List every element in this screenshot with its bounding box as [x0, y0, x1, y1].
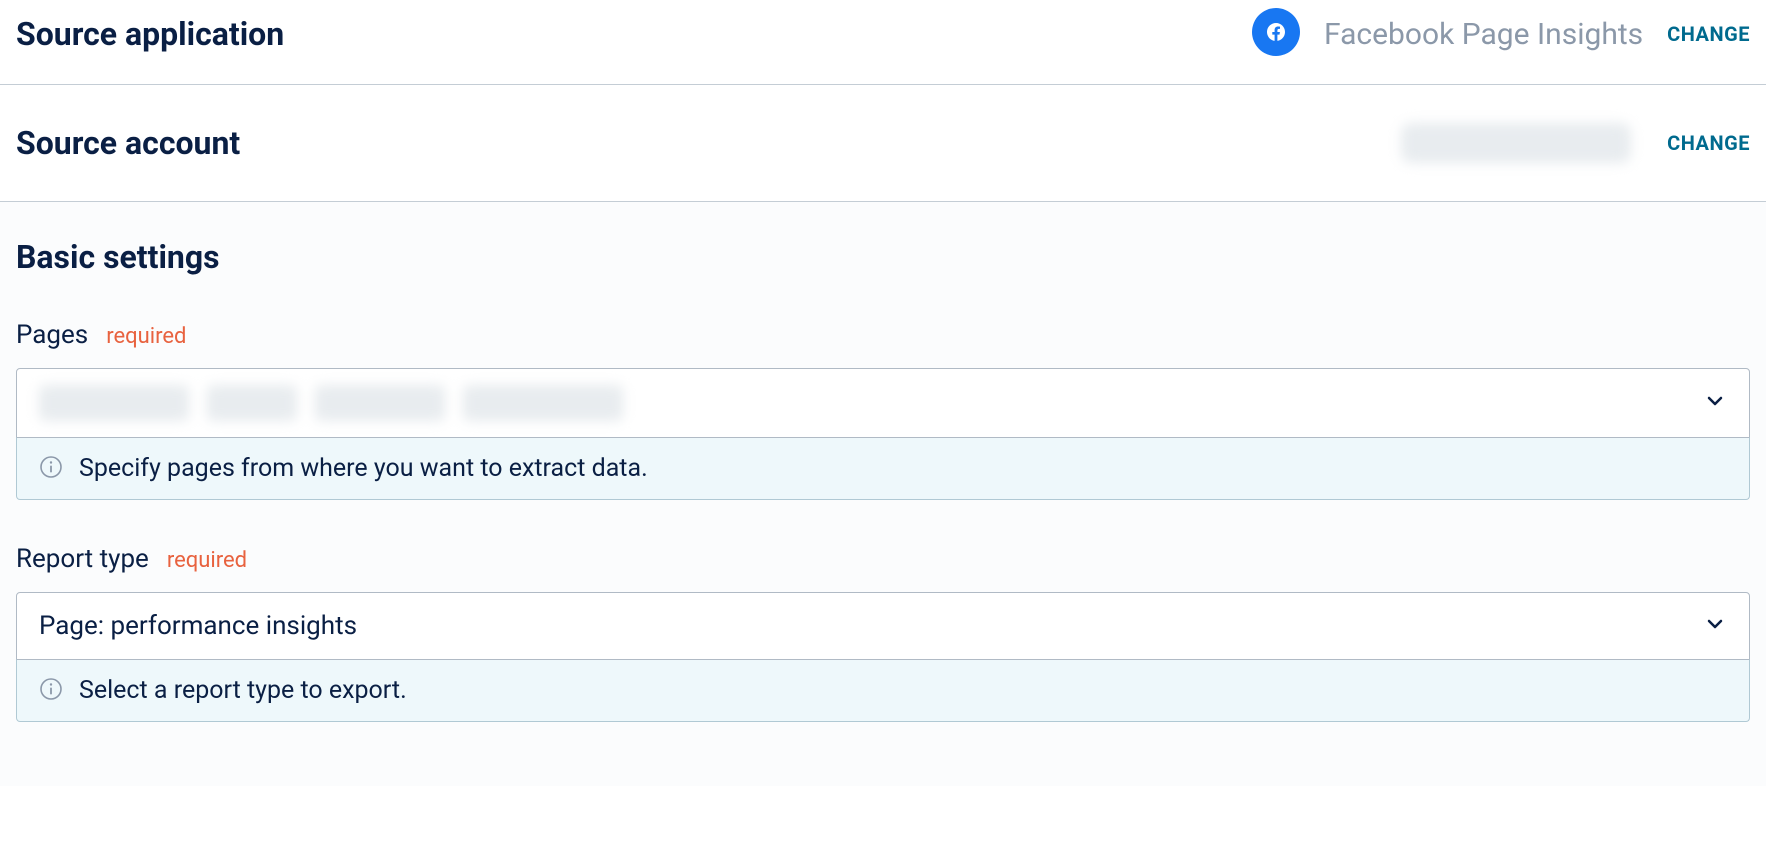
source-account-title: Source account	[16, 124, 240, 162]
facebook-icon	[1252, 8, 1300, 60]
pages-field: Pages required	[16, 320, 1750, 500]
pages-select[interactable]	[16, 368, 1750, 438]
change-account-button[interactable]: CHANGE	[1667, 131, 1750, 155]
source-account-value-group: CHANGE	[1401, 123, 1750, 163]
pages-hint-text: Specify pages from where you want to ext…	[79, 454, 648, 483]
report-type-required-badge: required	[167, 548, 247, 573]
info-icon	[39, 455, 63, 483]
source-application-section: Source application Facebook Page Insight…	[0, 0, 1766, 84]
report-type-label-row: Report type required	[16, 544, 1750, 574]
basic-settings-section: Basic settings Pages required	[0, 201, 1766, 786]
report-type-hint: Select a report type to export.	[16, 659, 1750, 722]
source-account-section: Source account CHANGE	[0, 85, 1766, 201]
source-application-value-group: Facebook Page Insights CHANGE	[1252, 8, 1750, 60]
basic-settings-title: Basic settings	[16, 238, 1750, 276]
pages-selected-chips-redacted	[39, 385, 623, 421]
pages-label: Pages	[16, 320, 88, 350]
report-type-hint-text: Select a report type to export.	[79, 676, 407, 705]
info-icon	[39, 677, 63, 705]
pages-label-row: Pages required	[16, 320, 1750, 350]
pages-hint: Specify pages from where you want to ext…	[16, 437, 1750, 500]
source-application-name: Facebook Page Insights	[1324, 17, 1643, 52]
source-account-value-redacted	[1401, 123, 1631, 163]
report-type-select[interactable]: Page: performance insights	[16, 592, 1750, 660]
report-type-label: Report type	[16, 544, 149, 574]
chevron-down-icon	[1703, 389, 1727, 417]
pages-required-badge: required	[106, 324, 186, 349]
change-application-button[interactable]: CHANGE	[1667, 22, 1750, 46]
chevron-down-icon	[1703, 612, 1727, 640]
source-application-title: Source application	[16, 15, 284, 53]
report-type-field: Report type required Page: performance i…	[16, 544, 1750, 722]
report-type-value: Page: performance insights	[39, 611, 357, 641]
